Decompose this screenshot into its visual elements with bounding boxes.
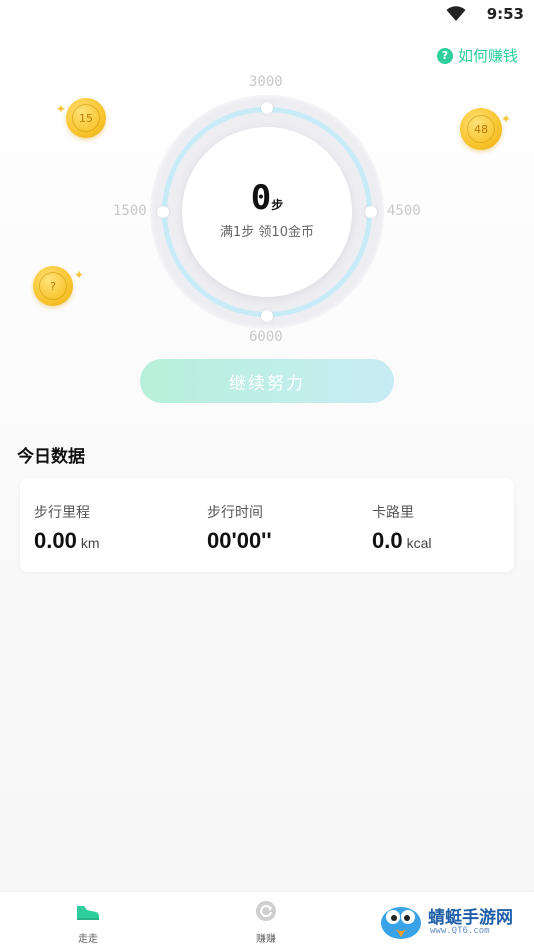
dragonfly-logo-icon: [381, 907, 421, 939]
step-count-unit: 步: [271, 198, 284, 212]
question-icon: ?: [436, 47, 453, 64]
step-count: 0步: [182, 178, 352, 218]
coin-value: 48: [467, 115, 495, 143]
stat-duration: 步行时间 00'00'': [207, 502, 272, 554]
coin-refresh-icon: [256, 901, 276, 921]
shoe-icon: [77, 906, 99, 920]
coin-value: 15: [72, 104, 100, 132]
watermark-text: 蜻蜓手游网: [428, 908, 513, 928]
stat-label: 步行时间: [207, 505, 263, 521]
nav-label: 走走: [78, 934, 98, 945]
stat-calories: 卡路里 0.0 kcal: [372, 502, 432, 554]
stat-unit: km: [80, 535, 100, 551]
sparkle-icon: ✦: [56, 102, 67, 116]
sparkle-icon: ✦: [74, 268, 85, 282]
stat-value: 0.00 km: [34, 528, 100, 554]
wifi-icon: [446, 6, 466, 21]
nav-label: 赚赚: [256, 934, 276, 945]
status-time: 9:53: [486, 5, 524, 23]
dial-label-bottom: 6000: [249, 329, 283, 345]
step-reward-hint: 满1步 领10金币: [220, 225, 314, 240]
coin-bubble[interactable]: ?: [33, 266, 73, 306]
watermark-url: www.QT6.com: [430, 926, 490, 936]
continue-button[interactable]: 继续努力: [140, 359, 394, 403]
dial-marker-bottom: [261, 310, 273, 322]
dial-label-right: 4500: [387, 203, 421, 219]
coin-bubble[interactable]: 15: [66, 98, 106, 138]
dial-marker-right: [365, 206, 377, 218]
sparkle-icon: ✦: [501, 112, 512, 126]
coin-value: ?: [39, 272, 67, 300]
stat-label: 步行里程: [34, 505, 90, 521]
step-count-value: 0: [250, 178, 272, 218]
stat-value: 0.0 kcal: [372, 528, 432, 554]
nav-item-earn[interactable]: 赚赚: [236, 900, 296, 945]
screen: 9:53 ? 如何赚钱 3000 4500 6000 1500 0步 满1步 领…: [0, 0, 534, 949]
how-to-earn-label: 如何赚钱: [457, 47, 518, 65]
stat-value: 00'00'': [207, 528, 272, 554]
stat-number: 00'00'': [207, 528, 272, 553]
nav-item-walk[interactable]: 走走: [58, 900, 118, 945]
stat-unit: kcal: [406, 535, 432, 551]
dial-marker-left: [157, 206, 169, 218]
today-data-title: 今日数据: [17, 447, 85, 467]
how-to-earn-link[interactable]: ? 如何赚钱: [436, 45, 518, 66]
coin-bubble[interactable]: 48: [460, 108, 502, 150]
watermark: 蜻蜓手游网 www.QT6.com: [378, 899, 528, 943]
dial-label-left: 1500: [113, 203, 147, 219]
today-stats-card: 步行里程 0.00 km 步行时间 00'00'' 卡路里 0.0 kcal: [20, 478, 514, 572]
stat-label: 卡路里: [372, 505, 414, 521]
dial-marker-top: [261, 102, 273, 114]
dial-label-top: 3000: [249, 74, 283, 90]
status-bar: 9:53: [0, 0, 534, 30]
stat-number: 0.0: [372, 528, 403, 553]
stat-number: 0.00: [34, 528, 77, 553]
stat-distance: 步行里程 0.00 km: [34, 502, 100, 554]
